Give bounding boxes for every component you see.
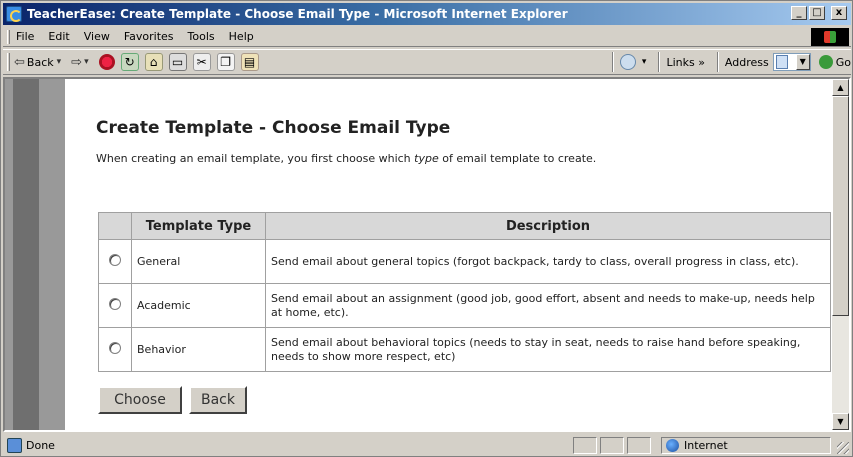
description-cell: Send email about an assignment (good job… — [265, 283, 831, 328]
page-content: Create Template - Choose Email Type When… — [93, 79, 833, 430]
template-type-cell: General — [131, 239, 266, 284]
security-zone: Internet — [661, 437, 831, 454]
table-row: General Send email about general topics … — [98, 239, 831, 284]
vertical-scrollbar[interactable]: ▲ ▼ — [832, 79, 849, 430]
header-template-type: Template Type — [131, 212, 266, 240]
radio-cell — [98, 327, 132, 372]
menu-bar: File Edit View Favorites Tools Help — [3, 27, 851, 47]
toolbar-grip[interactable] — [7, 53, 10, 71]
radio-general[interactable] — [109, 253, 121, 266]
resize-grip[interactable] — [837, 442, 849, 454]
choose-button[interactable]: Choose — [98, 386, 182, 414]
back-page-button[interactable]: Back — [189, 386, 247, 414]
menubar-grip[interactable] — [7, 29, 10, 44]
back-arrow-icon: ⇦ — [14, 54, 25, 70]
page-icon — [775, 55, 788, 69]
status-panel — [573, 437, 597, 454]
left-decorative-bar — [5, 79, 65, 430]
description-cell: Send email about behavioral topics (need… — [265, 327, 831, 372]
radio-cell — [98, 239, 132, 284]
status-panels — [573, 437, 651, 454]
forward-dropdown-icon[interactable]: ▾ — [84, 57, 89, 67]
forward-button[interactable]: ⇨ ▾ — [71, 55, 90, 70]
intro-text: When creating an email template, you fir… — [96, 152, 597, 165]
window-title: TeacherEase: Create Template - Choose Em… — [27, 7, 568, 21]
toolbar-separator-3 — [716, 52, 719, 72]
links-button[interactable]: Links » — [666, 56, 704, 69]
radio-academic[interactable] — [109, 297, 121, 310]
menu-view[interactable]: View — [84, 30, 110, 43]
copy-icon[interactable]: ❐ — [216, 53, 235, 71]
internet-explorer-icon — [6, 6, 22, 22]
minimize-button[interactable]: _ — [791, 6, 807, 20]
messenger-dropdown-icon[interactable]: ▾ — [642, 57, 647, 67]
page-viewport: Create Template - Choose Email Type When… — [3, 77, 851, 432]
table-row: Academic Send email about an assignment … — [98, 283, 831, 328]
menu-edit[interactable]: Edit — [48, 30, 69, 43]
close-button[interactable]: x — [831, 6, 847, 20]
scroll-thumb[interactable] — [832, 96, 849, 316]
radio-behavior[interactable] — [109, 341, 121, 354]
status-panel — [627, 437, 651, 454]
table-header-row: Template Type Description — [98, 212, 831, 240]
stop-icon[interactable] — [98, 54, 115, 70]
template-type-table: Template Type Description General Send e… — [98, 212, 831, 372]
header-select — [98, 212, 132, 240]
address-label: Address — [724, 55, 769, 69]
home-icon[interactable]: ⌂ — [144, 53, 163, 71]
description-cell: Send email about general topics (forgot … — [265, 239, 831, 284]
paste-icon[interactable]: ▤ — [240, 53, 259, 71]
print-icon[interactable]: ▭ — [168, 53, 187, 71]
windows-logo-icon — [811, 28, 849, 46]
status-bar: Done Internet — [3, 435, 851, 456]
browser-window: TeacherEase: Create Template - Choose Em… — [0, 0, 853, 457]
window-controls: _ □ x — [791, 6, 847, 20]
template-type-cell: Behavior — [131, 327, 266, 372]
menu-help[interactable]: Help — [229, 30, 254, 43]
go-arrow-icon — [818, 55, 833, 69]
table-row: Behavior Send email about behavioral top… — [98, 327, 831, 372]
globe-icon — [666, 439, 679, 452]
menu-favorites[interactable]: Favorites — [124, 30, 174, 43]
back-label: Back — [26, 55, 54, 69]
refresh-icon[interactable]: ↻ — [120, 53, 139, 71]
standard-toolbar: ⇦ Back ▾ ⇨ ▾ ↻ ⌂ ▭ ✂ ❐ ▤ ▾ Links » Addre… — [3, 49, 851, 75]
maximize-button[interactable]: □ — [809, 6, 825, 20]
forward-arrow-icon: ⇨ — [71, 54, 83, 70]
toolbar-separator-2 — [658, 52, 661, 72]
template-type-cell: Academic — [131, 283, 266, 328]
address-input[interactable]: ▼ — [772, 53, 811, 71]
messenger-icon[interactable] — [619, 54, 636, 70]
title-bar[interactable]: TeacherEase: Create Template - Choose Em… — [3, 3, 851, 25]
address-dropdown-icon[interactable]: ▼ — [795, 54, 810, 70]
go-label: Go — [835, 55, 851, 69]
cut-icon[interactable]: ✂ — [192, 53, 211, 71]
menu-tools[interactable]: Tools — [188, 30, 215, 43]
scroll-down-icon[interactable]: ▼ — [832, 413, 849, 430]
go-button[interactable]: Go — [818, 55, 851, 69]
back-dropdown-icon[interactable]: ▾ — [57, 57, 62, 67]
toolbar-separator — [611, 52, 614, 72]
page-status-icon — [7, 438, 22, 453]
status-panel — [600, 437, 624, 454]
intro-emphasis: type — [414, 152, 439, 165]
radio-cell — [98, 283, 132, 328]
back-button[interactable]: ⇦ Back ▾ — [14, 55, 63, 70]
page-title: Create Template - Choose Email Type — [96, 118, 451, 138]
zone-label: Internet — [684, 439, 728, 452]
status-text: Done — [26, 439, 55, 452]
header-description: Description — [265, 212, 831, 240]
scroll-up-icon[interactable]: ▲ — [832, 79, 849, 96]
menu-file[interactable]: File — [16, 30, 34, 43]
